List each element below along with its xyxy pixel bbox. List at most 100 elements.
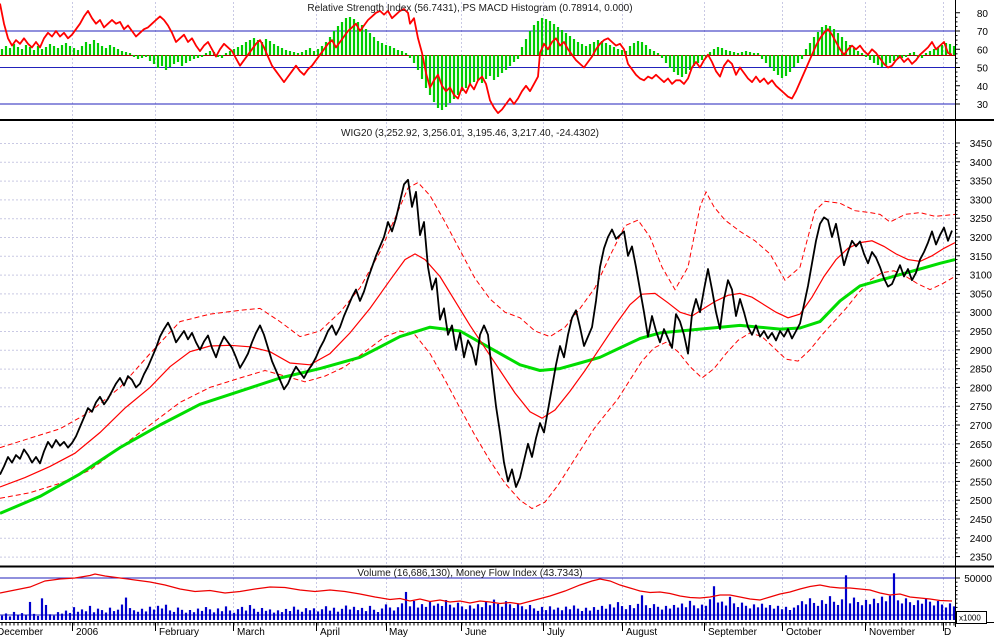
axis-tick-label: 2950 (970, 327, 993, 338)
volume-bar (76, 611, 80, 620)
axis-tick-label: 2600 (970, 459, 993, 470)
month-label: February (159, 627, 199, 638)
volume-bar (428, 602, 432, 620)
volume-bar (308, 610, 312, 620)
macd-bar (364, 29, 368, 55)
macd-bar (40, 49, 44, 55)
macd-bar (392, 48, 396, 55)
volume-bar (872, 598, 876, 620)
macd-bar (16, 47, 20, 55)
macd-bar (408, 55, 412, 58)
macd-bar (0, 49, 4, 55)
macd-bar (764, 55, 768, 63)
macd-bar (192, 55, 196, 59)
macd-bar (792, 55, 796, 67)
macd-bar (368, 33, 372, 55)
volume-bar (892, 573, 896, 620)
volume-bar (804, 604, 808, 620)
multiplier-label: x1000 (959, 614, 981, 623)
volume-bar (824, 603, 828, 620)
macd-bar (864, 55, 868, 57)
macd-bar (48, 44, 52, 55)
volume-bar (632, 608, 636, 620)
volume-bar (324, 606, 328, 620)
volume-bar (496, 603, 500, 620)
volume-bar (4, 613, 8, 620)
macd-bar (224, 53, 228, 55)
volume-bar (756, 607, 760, 620)
volume-bar (732, 603, 736, 620)
macd-bar (508, 55, 512, 66)
volume-bar (364, 611, 368, 620)
volume-bar (764, 607, 768, 620)
volume-bar (124, 597, 128, 620)
volume-bar (112, 611, 116, 620)
axis-tick-label: 2500 (970, 496, 993, 507)
volume-bar (272, 612, 276, 620)
volume-bar (852, 597, 856, 620)
volume-bar (204, 607, 208, 620)
chart-canvas[interactable]: 80 70 60 50 40 30 3450 3400 3350 3300 3250 3200 3150… (0, 0, 994, 638)
volume-bar (524, 609, 528, 620)
volume-bar (508, 604, 512, 620)
macd-bar (696, 55, 700, 63)
macd-bar (680, 55, 684, 77)
macd-bar (448, 55, 452, 103)
axis-tick-label: 2800 (970, 383, 993, 394)
volume-bar (484, 601, 488, 620)
macd-bar (780, 55, 784, 78)
volume-bar (252, 608, 256, 620)
volume-bar (292, 606, 296, 620)
month-label: July (547, 627, 565, 638)
macd-bar (244, 42, 248, 55)
volume-bar (564, 606, 568, 620)
volume-bar (660, 609, 664, 620)
month-label: October (786, 627, 822, 638)
macd-bar (372, 37, 376, 55)
axis-tick-label: 2750 (970, 402, 993, 413)
macd-bar (100, 46, 104, 55)
volume-bar (328, 610, 332, 620)
macd-bar (528, 31, 532, 55)
volume-bar (24, 615, 28, 620)
volume-bar (788, 610, 792, 620)
volume-bar (576, 608, 580, 620)
macd-bar (72, 48, 76, 55)
volume-bar (712, 586, 716, 620)
volume-bar (56, 612, 60, 620)
volume-bar (616, 602, 620, 620)
volume-bar (932, 605, 936, 620)
volume-bar (580, 611, 584, 620)
month-label: November (869, 627, 916, 638)
volume-bar (88, 605, 92, 620)
volume-bar (40, 598, 44, 620)
axis-tick-label: 60 (977, 45, 989, 56)
macd-bar (656, 53, 660, 55)
volume-bar (796, 605, 800, 620)
volume-bar (516, 603, 520, 620)
volume-bar (880, 596, 884, 620)
macd-bar (544, 19, 548, 55)
volume-bar (684, 607, 688, 620)
macd-bar (580, 44, 584, 55)
volume-bar (360, 607, 364, 620)
volume-bar (888, 595, 892, 620)
macd-bar (140, 55, 144, 58)
volume-bar (180, 609, 184, 620)
macd-bar (148, 55, 152, 61)
volume-bar (704, 605, 708, 620)
volume-bar (948, 603, 952, 620)
macd-bar (724, 50, 728, 55)
volume-bar (612, 607, 616, 620)
volume-bar (208, 609, 212, 620)
volume-bar (456, 602, 460, 620)
axis-tick-label: 2450 (970, 515, 993, 526)
macd-bar (520, 47, 524, 55)
month-label: August (626, 627, 657, 638)
macd-bar (328, 37, 332, 55)
volume-bar (184, 612, 188, 620)
macd-bar (296, 53, 300, 55)
volume-bar (740, 602, 744, 620)
macd-bar (164, 55, 168, 70)
volume-bar (132, 610, 136, 620)
